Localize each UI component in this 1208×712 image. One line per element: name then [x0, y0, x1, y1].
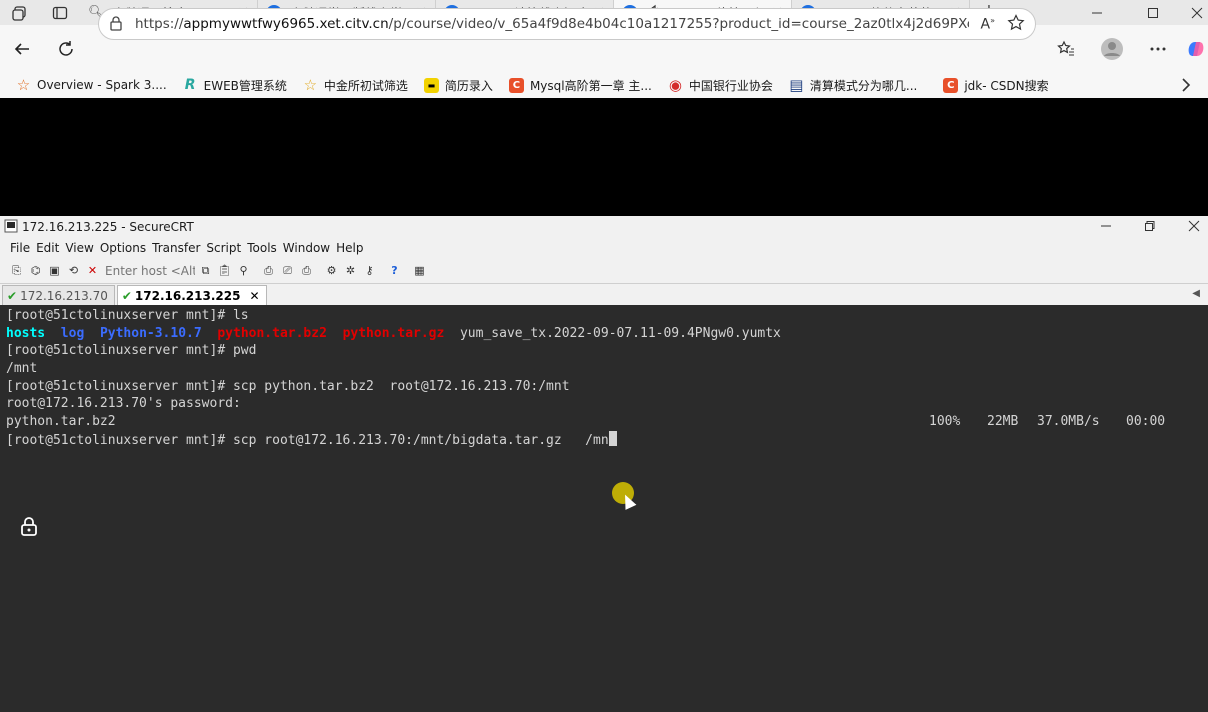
bookmarks-bar: ☆ Overview - Spark 3.... R EWEB管理系统 ☆ 中金…	[0, 72, 1208, 98]
more-menu-icon[interactable]	[1142, 25, 1174, 72]
find-icon[interactable]: ⚲	[235, 262, 252, 279]
reconnect-icon[interactable]: ⟲	[65, 262, 82, 279]
padlock-icon[interactable]	[20, 516, 38, 541]
spark-star-icon: ☆	[16, 76, 31, 94]
terminal-line: [root@51ctolinuxserver mnt]# ls	[6, 308, 249, 323]
menu-script[interactable]: Script	[206, 241, 247, 255]
bookmark-item[interactable]: R EWEB管理系统	[175, 77, 295, 94]
host-input[interactable]	[103, 261, 195, 280]
tab-actions-icon[interactable]	[40, 0, 80, 25]
securecrt-toolbar: ⎘ ⌬ ▣ ⟲ ✕ ⧉ 📋︎ ⚲ ⎙ ⎚ ⎙ ⚙ ✲ ⚷ ? ▦	[0, 258, 1208, 284]
print-screen-icon[interactable]: ⎙	[298, 262, 315, 279]
check-icon: ✔	[7, 288, 18, 303]
video-player-area[interactable]	[0, 102, 1208, 216]
terminal-line: root@172.16.213.70's password:	[6, 396, 241, 412]
menu-edit[interactable]: Edit	[36, 241, 65, 255]
crt-restore-icon[interactable]	[1144, 220, 1156, 235]
keymap-icon[interactable]: ⚷	[361, 262, 378, 279]
terminal-screen[interactable]: [root@51ctolinuxserver mnt]# ls hosts lo…	[0, 305, 1208, 712]
favorite-star-icon[interactable]	[1007, 13, 1025, 35]
help-icon[interactable]: ?	[386, 262, 403, 279]
sftp-icon[interactable]: ▦	[411, 262, 428, 279]
document-icon: ▤	[789, 76, 804, 94]
maximize-icon[interactable]	[1146, 0, 1160, 25]
bank-association-icon: ◉	[668, 76, 682, 94]
securecrt-app-icon	[4, 219, 18, 236]
bookmark-item[interactable]: ▤ 清算模式分为哪几...	[781, 76, 925, 94]
terminal-line: [root@51ctolinuxserver mnt]# scp python.…	[6, 378, 570, 394]
session-close-icon[interactable]: ✕	[249, 289, 259, 303]
bookmark-item[interactable]: ☆ Overview - Spark 3....	[8, 76, 175, 94]
session-tab-active[interactable]: ✔ 172.16.213.225 ✕	[116, 285, 267, 305]
print-setup-icon[interactable]: ⎚	[279, 262, 296, 279]
bookmark-item[interactable]: ☆ 中金所初试筛选	[295, 76, 416, 94]
connect-tab-icon[interactable]: ▣	[46, 262, 63, 279]
favorites-icon[interactable]	[1050, 25, 1082, 72]
terminal-line: [root@51ctolinuxserver mnt]# scp root@17…	[6, 430, 1208, 449]
bookmark-item[interactable]: ▬ 简历录入	[416, 77, 501, 94]
menu-help[interactable]: Help	[336, 241, 369, 255]
securecrt-window: 172.16.213.225 - SecureCRT File Edit Vie…	[0, 216, 1208, 712]
window-close-icon[interactable]	[1190, 0, 1204, 25]
session-tab[interactable]: ✔ 172.16.213.70	[2, 285, 115, 305]
terminal-cursor	[608, 430, 617, 446]
session-tabs: ✔ 172.16.213.70 ✔ 172.16.213.225 ✕ ◀	[0, 284, 1208, 305]
menu-file[interactable]: File	[10, 241, 36, 255]
crt-close-icon[interactable]	[1188, 220, 1200, 235]
refresh-button[interactable]	[44, 40, 88, 58]
terminal-line: [root@51ctolinuxserver mnt]# pwd	[6, 343, 257, 359]
menu-tools[interactable]: Tools	[247, 241, 283, 255]
global-options-icon[interactable]: ✲	[342, 262, 359, 279]
terminal-line: /mnt	[6, 361, 38, 377]
read-aloud-icon[interactable]: A»	[981, 16, 995, 33]
refresh-icon	[59, 40, 73, 56]
csdn-icon: C	[943, 77, 959, 93]
csdn-icon: C	[508, 77, 524, 93]
profile-avatar-icon[interactable]	[1096, 25, 1128, 72]
menu-options[interactable]: Options	[100, 241, 152, 255]
paste-icon[interactable]: 📋︎	[216, 262, 233, 279]
connect-icon[interactable]: ⎘	[8, 262, 25, 279]
transfer-progress-line: python.tar.bz2 100% 22MB 37.0MB/s 00:00	[6, 414, 1166, 430]
tabs-scroll-left-icon[interactable]: ◀	[1192, 288, 1200, 299]
bookmark-item[interactable]: C Mysql高阶第一章 主...	[501, 77, 660, 94]
bookmark-item[interactable]: C jdk- CSDN搜索	[935, 77, 1056, 94]
menu-transfer[interactable]: Transfer	[152, 241, 206, 255]
lock-icon[interactable]	[109, 15, 123, 34]
check-icon: ✔	[121, 288, 132, 303]
securecrt-menubar: File Edit View Options Transfer Script T…	[0, 238, 1208, 258]
copilot-icon[interactable]	[1184, 25, 1208, 72]
menu-view[interactable]: View	[65, 241, 99, 255]
resume-icon: ▬	[423, 77, 439, 93]
print-icon[interactable]: ⎙	[260, 262, 277, 279]
quick-connect-icon[interactable]: ⌬	[27, 262, 44, 279]
securecrt-titlebar: 172.16.213.225 - SecureCRT	[0, 216, 1208, 238]
chevron-right-icon[interactable]	[1180, 76, 1192, 97]
back-button[interactable]	[0, 40, 44, 58]
address-bar[interactable]: https://appmywwtfwy6965.xet.citv.cn/p/co…	[98, 8, 1036, 40]
star-outline-icon: ☆	[303, 76, 318, 94]
session-options-icon[interactable]: ⚙	[323, 262, 340, 279]
workspaces-icon[interactable]	[0, 0, 40, 25]
disconnect-icon[interactable]: ✕	[84, 262, 101, 279]
eweb-icon: R	[184, 77, 196, 93]
crt-minimize-icon[interactable]	[1100, 220, 1112, 235]
bookmark-item[interactable]: ◉ 中国银行业协会	[660, 76, 781, 94]
menu-window[interactable]: Window	[283, 241, 336, 255]
url-text[interactable]: https://appmywwtfwy6965.xet.citv.cn/p/co…	[135, 16, 969, 32]
back-arrow-icon	[14, 42, 29, 55]
terminal-line: hosts log Python-3.10.7 python.tar.bz2 p…	[6, 325, 781, 341]
minimize-icon[interactable]	[1090, 0, 1104, 25]
copy-icon[interactable]: ⧉	[197, 262, 214, 279]
